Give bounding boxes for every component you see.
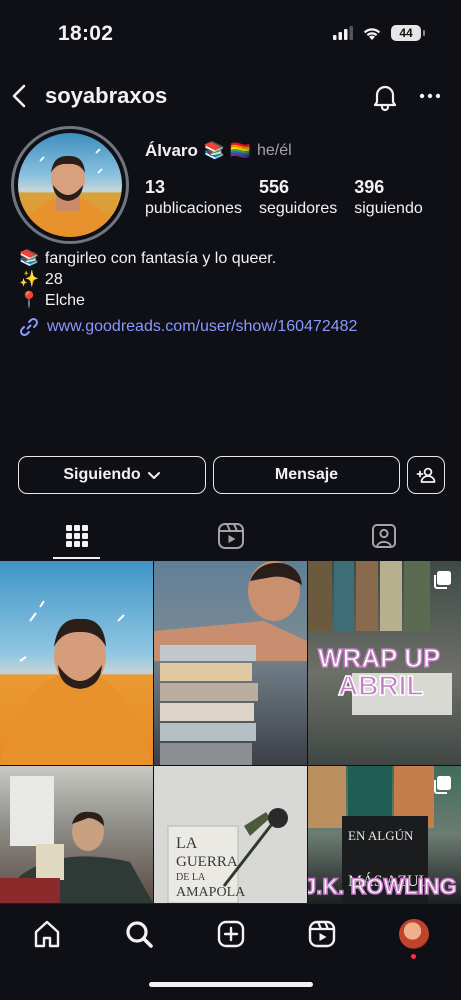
post-thumbnail[interactable] (154, 561, 307, 765)
profile-stats: 13 publicaciones 556 seguidores 396 sigu… (145, 176, 440, 220)
stat-posts-label: publicaciones (145, 200, 242, 217)
post-thumbnail[interactable]: EN ALGÚN MÁS AZUL J.K. ROWLING (308, 766, 461, 903)
stat-followers-value: 556 (258, 177, 289, 197)
bio-line: 📚 fangirleo con fantasía y lo queer. (19, 248, 276, 269)
carousel-icon (434, 571, 451, 589)
more-options-button[interactable] (414, 80, 446, 112)
bio-line: 📍 Elche (19, 290, 276, 311)
tagged-icon (372, 524, 396, 548)
posts-grid: WRAP UP ABRIL LA GUERRA DE LA AMAPOLA EN… (0, 561, 461, 903)
tab-reels[interactable] (154, 512, 308, 560)
svg-text:DE LA: DE LA (176, 872, 206, 883)
sparkles-emoji: ✨ (19, 271, 39, 288)
wifi-icon (363, 27, 381, 40)
pin-emoji: 📍 (19, 292, 39, 309)
profile-actions: Siguiendo Mensaje (18, 456, 445, 494)
post-image: LA GUERRA DE LA AMAPOLA (167, 808, 288, 903)
profile-avatar-thumb (399, 919, 429, 949)
profile-link[interactable]: www.goodreads.com/user/show/160472482 (19, 317, 357, 337)
battery-indicator: 44 (391, 25, 425, 41)
stat-followers[interactable]: 556 seguidores (259, 176, 337, 220)
tab-posts-grid[interactable] (0, 512, 154, 560)
bio-text: 28 (44, 271, 63, 288)
svg-text:WRAP UP: WRAP UP (318, 643, 440, 673)
chevron-down-icon (147, 472, 160, 479)
active-tab-indicator (53, 557, 100, 559)
message-button-label: Mensaje (274, 466, 339, 483)
home-icon (34, 920, 60, 948)
display-name: Álvaro 📚 🏳️‍🌈 he/él (145, 141, 292, 161)
bio-text: fangirleo con fantasía y lo queer. (44, 250, 277, 267)
grid-icon (66, 525, 88, 547)
display-name-text: Álvaro (145, 141, 198, 160)
svg-text:ABRIL: ABRIL (338, 670, 424, 701)
back-button[interactable] (8, 82, 34, 110)
nav-profile[interactable] (396, 916, 432, 952)
reels-icon (308, 920, 336, 948)
following-button-label: Siguiendo (63, 466, 141, 483)
profile-bio: 📚 fangirleo con fantasía y lo queer. ✨ 2… (19, 248, 276, 311)
carousel-icon (434, 776, 451, 794)
post-thumbnail[interactable] (0, 766, 153, 903)
bio-text: Elche (44, 292, 85, 309)
add-post-icon (217, 920, 245, 948)
profile-avatar[interactable] (11, 126, 129, 244)
post-thumbnail[interactable]: WRAP UP ABRIL (308, 561, 461, 765)
profile-link-text: www.goodreads.com/user/show/160472482 (47, 318, 358, 335)
stat-posts[interactable]: 13 publicaciones (145, 176, 242, 220)
bell-icon (373, 85, 397, 112)
nav-create[interactable] (213, 916, 249, 952)
books-emoji: 📚 (19, 250, 39, 267)
stat-following-label: siguiendo (354, 200, 423, 217)
nav-home[interactable] (29, 916, 65, 952)
post-image: WRAP UP ABRIL (308, 561, 452, 715)
bio-line: ✨ 28 (19, 269, 276, 290)
status-icons: 44 (333, 25, 425, 41)
profile-username: soyabraxos (45, 83, 168, 108)
profile-header: soyabraxos (0, 74, 461, 118)
reels-icon (218, 523, 244, 549)
add-person-icon (416, 467, 436, 483)
post-thumbnail[interactable] (0, 561, 153, 765)
nav-search[interactable] (121, 916, 157, 952)
svg-text:GUERRA: GUERRA (176, 854, 238, 870)
svg-text:J.K. ROWLING: J.K. ROWLING (308, 874, 457, 899)
tab-tagged[interactable] (307, 512, 461, 560)
home-indicator (149, 982, 313, 987)
pronouns: he/él (256, 142, 292, 159)
avatar-photo (18, 133, 122, 237)
suggested-users-button[interactable] (407, 456, 445, 494)
svg-text:EN ALGÚN: EN ALGÚN (348, 828, 414, 843)
post-image (0, 776, 153, 903)
display-name-emoji: 📚 🏳️‍🌈 (203, 141, 251, 160)
notification-dot (411, 954, 416, 959)
link-icon (19, 317, 39, 337)
stat-following[interactable]: 396 siguiendo (354, 176, 423, 220)
nav-reels[interactable] (304, 916, 340, 952)
post-thumbnail[interactable]: LA GUERRA DE LA AMAPOLA (154, 766, 307, 903)
notifications-button[interactable] (369, 80, 401, 112)
post-image (154, 561, 307, 765)
status-time: 18:02 (58, 22, 114, 45)
post-image (0, 600, 153, 765)
avatar-illustration (26, 148, 110, 237)
following-button[interactable]: Siguiendo (18, 456, 206, 494)
stat-followers-label: seguidores (258, 200, 338, 217)
signal-icon (333, 26, 353, 40)
profile-tabs (0, 512, 461, 560)
message-button[interactable]: Mensaje (213, 456, 400, 494)
stat-posts-value: 13 (145, 177, 166, 197)
more-horizontal-icon (419, 93, 441, 99)
search-icon (126, 921, 153, 948)
svg-text:LA: LA (176, 835, 198, 852)
svg-text:AMAPOLA: AMAPOLA (176, 885, 246, 900)
stat-following-value: 396 (354, 177, 385, 197)
status-bar: 18:02 44 (0, 0, 461, 70)
chevron-left-icon (12, 84, 26, 108)
